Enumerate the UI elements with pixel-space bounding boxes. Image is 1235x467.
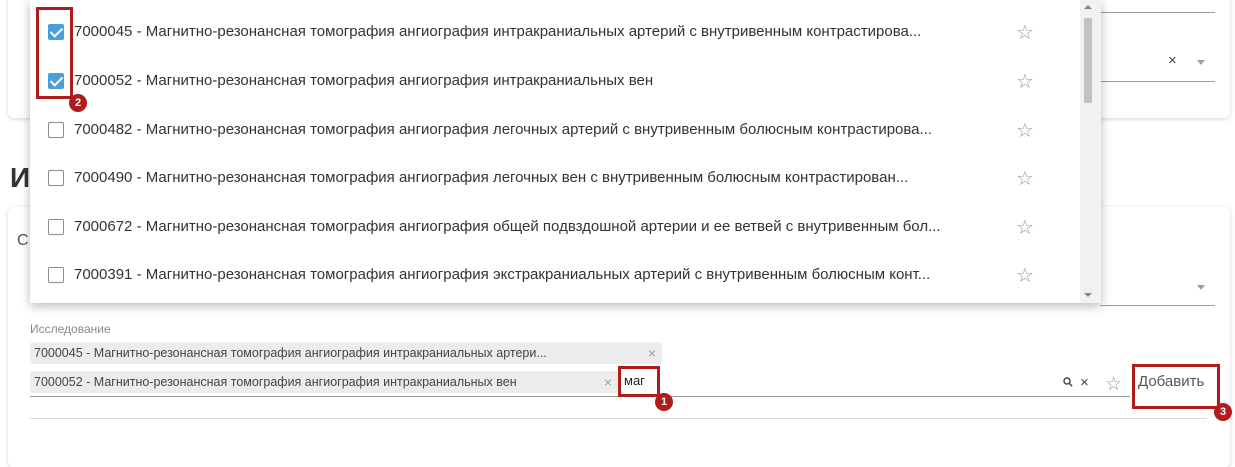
dropdown-item[interactable]: 7000672 - Магнитно-резонансная томографи… — [30, 203, 1078, 251]
annotation-box-input — [618, 366, 660, 397]
research-clear-icon[interactable]: × — [1080, 374, 1089, 391]
dropdown-item[interactable]: 7000482 - Магнитно-резонансная томографи… — [30, 106, 1078, 154]
scroll-down-icon[interactable] — [1084, 293, 1092, 297]
chip-remove-icon[interactable]: × — [648, 342, 656, 364]
chip-remove-icon[interactable]: × — [604, 371, 612, 393]
selected-chip: 7000045 - Магнитно-резонансная томографи… — [30, 342, 662, 364]
star-icon[interactable]: ☆ — [1016, 263, 1034, 288]
top-field-underline — [1100, 12, 1215, 13]
dropdown-item[interactable]: 7000391 - Магнитно-резонансная томографи… — [30, 251, 1078, 299]
scroll-thumb[interactable] — [1084, 18, 1092, 103]
top-select-clear-icon[interactable]: × — [1168, 52, 1177, 69]
favorite-star-icon[interactable]: ☆ — [1105, 375, 1122, 394]
divider — [30, 418, 1207, 419]
item-label: 7000672 - Магнитно-резонансная томографи… — [74, 218, 941, 235]
research-label: Исследование — [30, 322, 111, 336]
dropdown-item[interactable]: 7000045 - Магнитно-резонансная томографи… — [30, 8, 1078, 56]
select-underline — [1100, 305, 1215, 306]
scroll-up-icon[interactable] — [1084, 5, 1092, 9]
annotation-box-add — [1132, 364, 1220, 409]
chip-text: 7000045 - Магнитно-резонансная томографи… — [34, 346, 547, 360]
annotation-marker-2: 2 — [69, 94, 87, 112]
item-checkbox[interactable] — [48, 267, 64, 283]
research-input-underline — [30, 396, 1130, 397]
dropdown-list: 7000045 - Магнитно-резонансная томографи… — [30, 0, 1101, 303]
chip-text: 7000052 - Магнитно-резонансная томографи… — [34, 375, 517, 389]
annotation-box-checkboxes — [36, 7, 73, 99]
field-label-letter: С — [17, 232, 29, 249]
star-icon[interactable]: ☆ — [1016, 69, 1034, 94]
select-chevron-down-icon[interactable] — [1197, 285, 1205, 290]
scrollbar[interactable] — [1080, 0, 1101, 303]
top-select-chevron-down-icon[interactable] — [1197, 60, 1205, 65]
star-icon[interactable]: ☆ — [1016, 215, 1034, 240]
top-select-underline — [1100, 81, 1215, 82]
annotation-marker-3: 3 — [1214, 403, 1232, 421]
item-label: 7000482 - Магнитно-резонансная томографи… — [74, 121, 933, 138]
item-label: 7000391 - Магнитно-резонансная томографи… — [74, 266, 931, 283]
dropdown-item[interactable]: 7000052 - Магнитно-резонансная томографи… — [30, 57, 1078, 105]
item-label: 7000490 - Магнитно-резонансная томографи… — [74, 169, 909, 186]
selected-chip: 7000052 - Магнитно-резонансная томографи… — [30, 371, 618, 393]
item-label: 7000052 - Магнитно-резонансная томографи… — [74, 72, 654, 89]
search-icon[interactable] — [1063, 377, 1073, 390]
item-checkbox[interactable] — [48, 170, 64, 186]
annotation-marker-1: 1 — [655, 393, 673, 411]
item-label: 7000045 - Магнитно-резонансная томографи… — [74, 23, 922, 40]
star-icon[interactable]: ☆ — [1016, 20, 1034, 45]
section-heading: И — [10, 162, 31, 193]
star-icon[interactable]: ☆ — [1016, 118, 1034, 143]
item-checkbox[interactable] — [48, 219, 64, 235]
dropdown-item[interactable]: 7000490 - Магнитно-резонансная томографи… — [30, 154, 1078, 202]
star-icon[interactable]: ☆ — [1016, 166, 1034, 191]
item-checkbox[interactable] — [48, 122, 64, 138]
